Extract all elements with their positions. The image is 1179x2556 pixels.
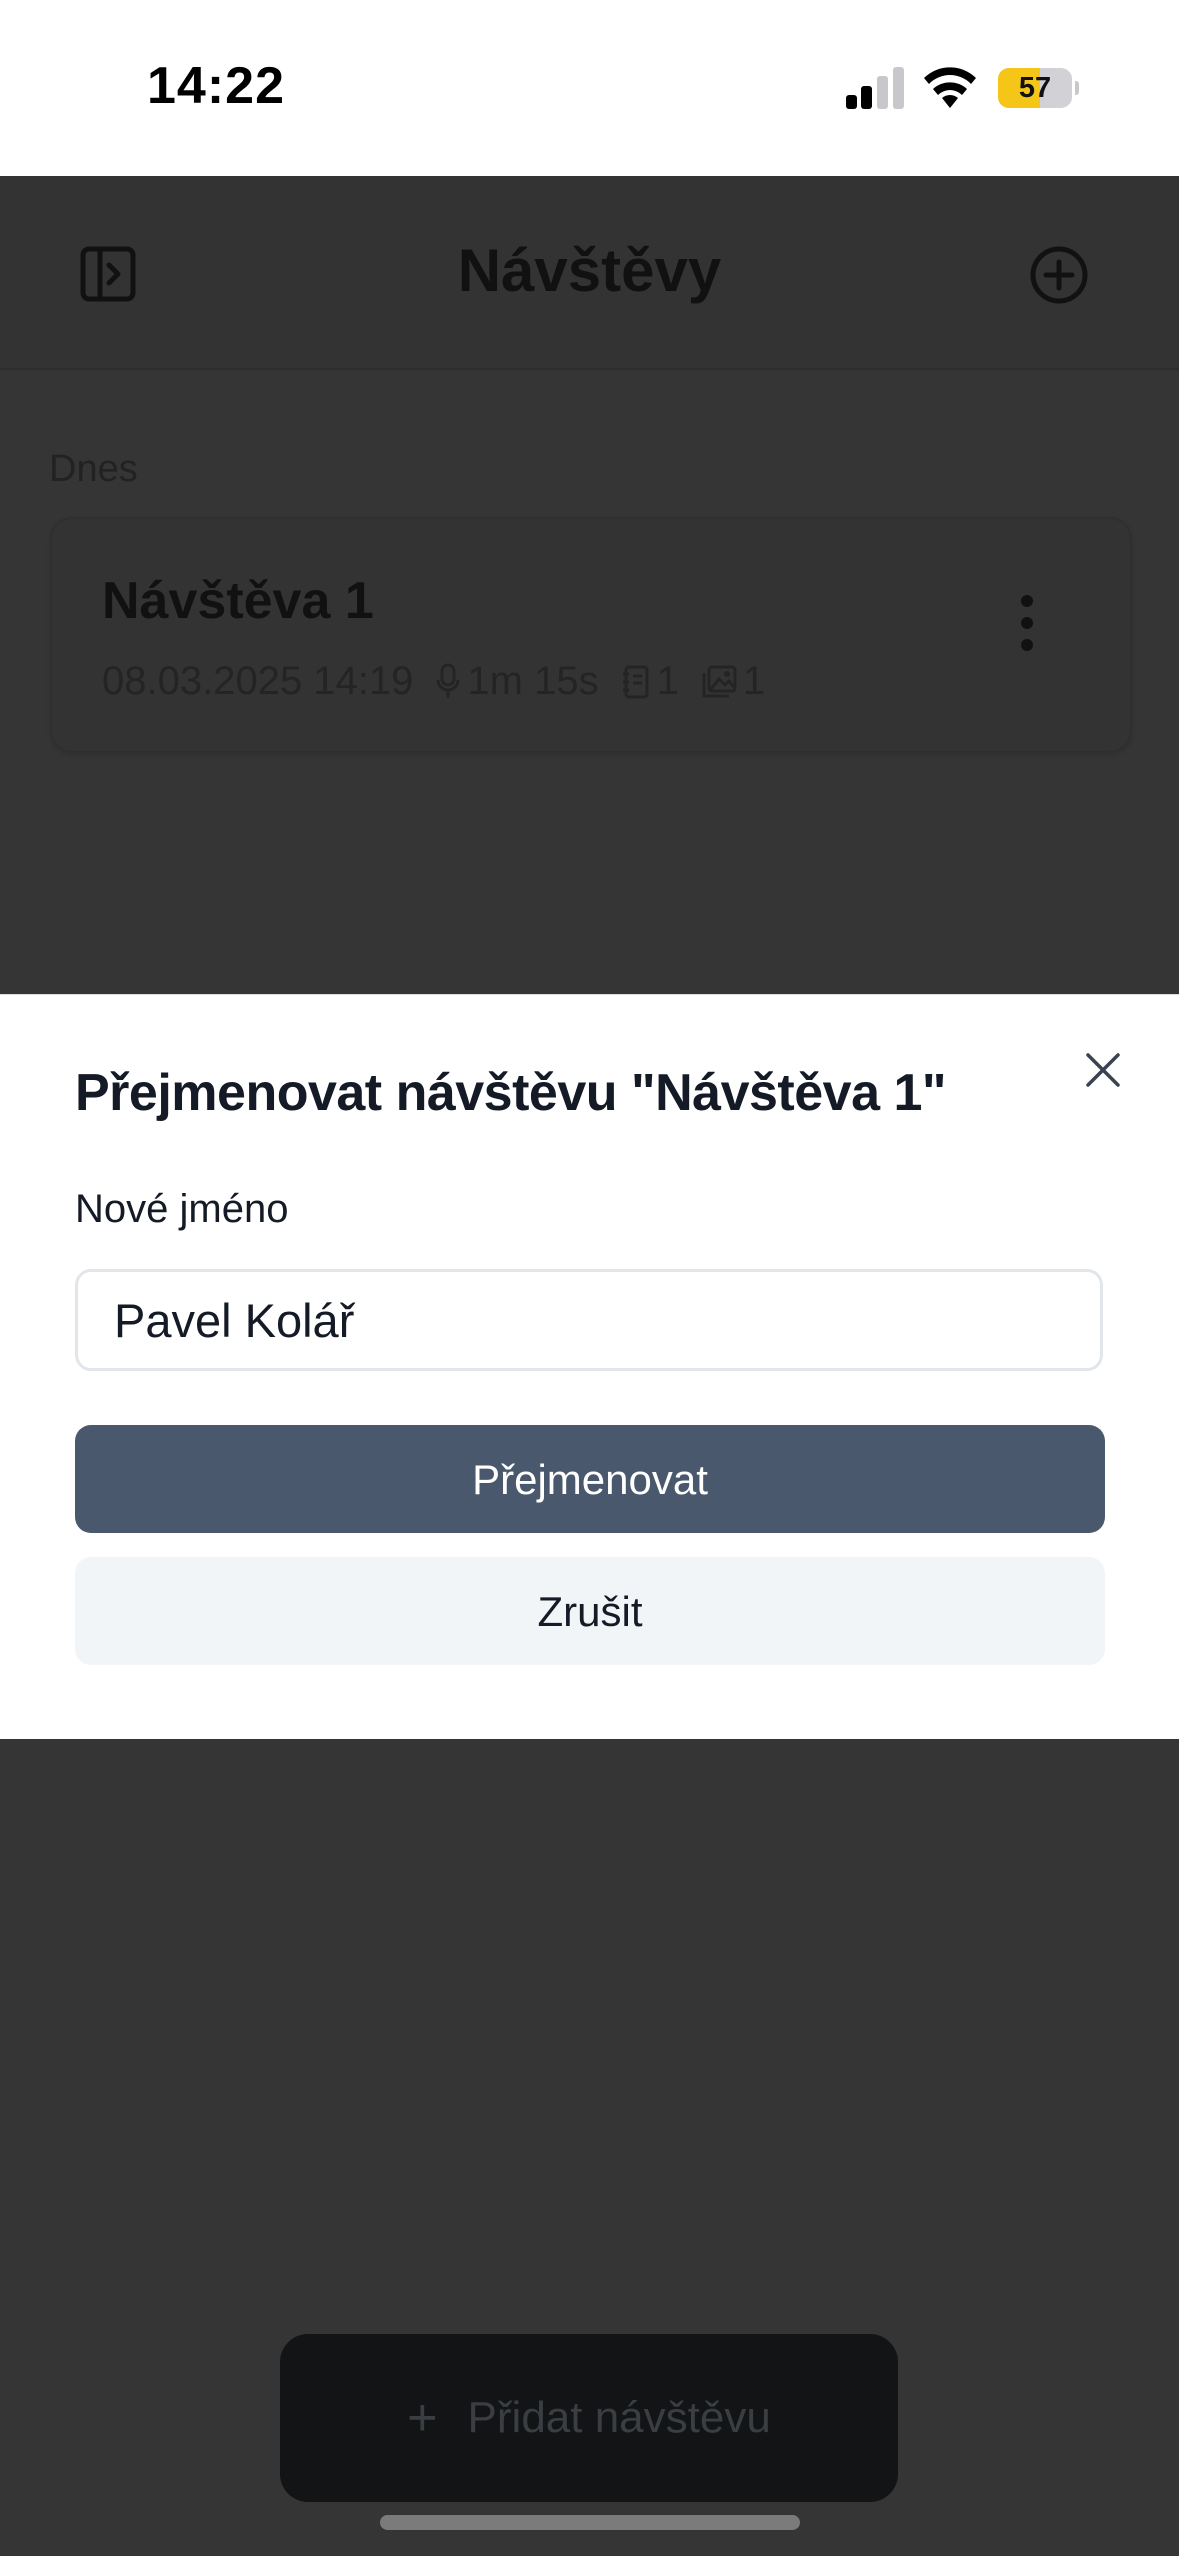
plus-icon: + [407,2389,438,2447]
section-label-today: Dnes [49,448,138,490]
new-name-input[interactable] [75,1269,1103,1371]
cellular-signal-icon [846,67,904,109]
home-indicator [380,2515,800,2530]
status-bar: 14:22 57 [0,0,1179,176]
plus-circle-icon[interactable] [1030,246,1088,304]
visit-datetime: 08.03.2025 14:19 [102,659,414,703]
new-name-label: Nové jméno [75,1187,289,1231]
rename-button[interactable]: Přejmenovat [75,1425,1105,1533]
battery-percent: 57 [1018,72,1052,104]
app-header: Návštěvy [0,176,1179,370]
visit-images-count: 1 [742,659,766,703]
notes-icon [622,665,649,698]
images-icon [702,665,737,697]
status-time: 14:22 [147,57,285,115]
battery-indicator: 57 [998,68,1080,108]
add-visit-label: Přidat návštěvu [467,2393,771,2442]
wifi-icon [924,67,976,108]
rename-dialog: Přejmenovat návštěvu "Návštěva 1" Nové j… [0,994,1179,1739]
microphone-icon [436,663,460,698]
cancel-button[interactable]: Zrušit [75,1557,1105,1665]
visit-card[interactable]: Návštěva 1 08.03.2025 14:19 1m 15s 1 1 [50,517,1132,753]
close-icon[interactable] [1082,1049,1124,1091]
visit-notes-count: 1 [656,659,679,703]
add-visit-button[interactable]: + Přidat návštěvu [280,2334,898,2502]
visit-duration: 1m 15s [467,659,599,703]
dialog-title: Přejmenovat návštěvu "Návštěva 1" [75,1064,947,1122]
visit-meta: 08.03.2025 14:19 1m 15s 1 1 [102,659,765,704]
more-options-icon[interactable] [1018,593,1036,653]
page-title: Návštěvy [457,237,722,304]
visit-title: Návštěva 1 [102,572,374,630]
